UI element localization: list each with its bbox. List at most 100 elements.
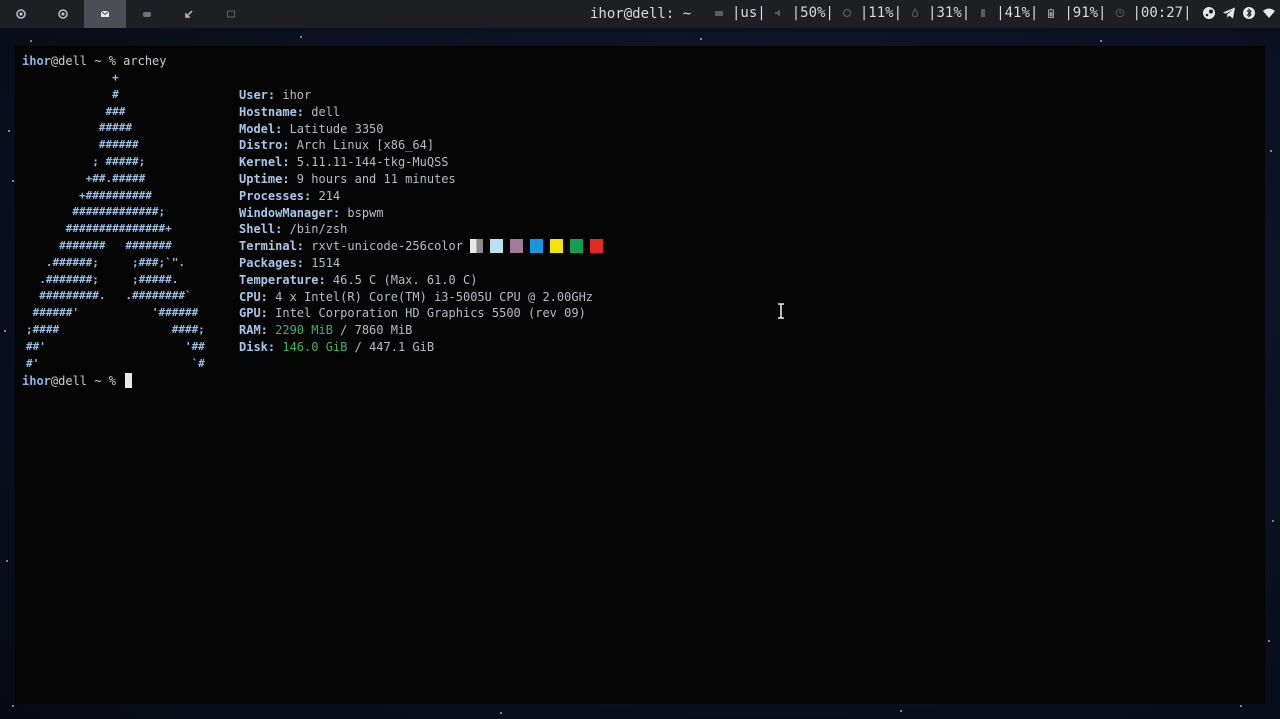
info-row: Uptime: 9 hours and 11 minutes [239,171,610,188]
volume-value: |50%| [791,5,834,21]
info-key: Processes: [239,188,312,203]
workspace-5-button[interactable] [168,0,210,28]
logo-line: .#######; ;#####. [26,272,179,286]
window-icon [227,10,235,18]
status-modules: |us| |50%| |11%| |31%| |41%| |91%| |00:2… [714,5,1276,21]
info-value: Intel Corporation HD Graphics 5500 (rev … [267,306,586,321]
logo-line: ####### ####### [26,238,172,252]
workspace-2-button[interactable] [42,0,84,28]
star [1240,705,1242,707]
star [900,710,902,712]
logo-line: ######' '###### [26,306,199,320]
star [8,130,10,132]
star [1272,520,1274,522]
color-swatch [550,239,564,254]
prompt-host: @dell ~ % [50,54,124,68]
battery-value: |91%| [1064,5,1107,21]
info-key: Distro: [239,138,290,153]
logo-line: ;#### ####; [26,322,205,336]
logo-line: ; #####; [26,154,146,168]
info-row: Hostname: dell [239,104,610,121]
workspace-6-button[interactable] [210,0,252,28]
info-key: CPU: [239,289,268,304]
workspace-1-button[interactable] [0,0,42,28]
wifi-icon[interactable] [1262,6,1276,20]
star [6,560,8,562]
info-key: RAM: [239,323,268,338]
top-bar: ihor@dell: ~ |us| |50%| |11%| |31%| |41%… [0,0,1280,28]
volume-module[interactable]: |50%| [774,5,834,21]
color-swatch [590,239,604,254]
info-value-used: 146.0 GiB [275,339,348,354]
info-row: Model: Latitude 3350 [239,121,610,138]
mouse-ibeam-cursor [778,303,784,319]
memory-value: |41%| [996,5,1039,21]
info-row: User: ihor [239,87,610,104]
logo-line: #############; [26,205,166,219]
workspace-3-button[interactable] [84,0,126,28]
info-key: Temperature: [239,272,326,287]
keyboard-layout-value: |us| [732,5,766,21]
info-value: 1514 [304,255,341,270]
circle-dot-icon [16,9,26,19]
clock-module[interactable]: |00:27| [1115,5,1192,21]
info-key: Disk: [239,339,276,354]
bluetooth-icon[interactable] [1242,6,1256,20]
logo-line: + [26,71,119,84]
info-value-used: 2290 MiB [267,323,333,338]
arch-logo-ascii: + # ### ##### ###### ; #####; +##.##### … [26,70,205,372]
temperature-module: |31%| [910,5,970,21]
logo-line: ##' '## [26,339,205,353]
info-value: 214 [311,188,341,203]
telegram-icon[interactable] [1222,6,1236,20]
info-row: Disk: 146.0 GiB / 447.1 GiB [239,339,610,356]
logo-line: #' `# [26,356,205,370]
info-key: Uptime: [239,171,290,186]
keyboard-layout[interactable]: |us| [714,5,766,21]
command-line: ihor@dell ~ % archey [22,53,167,70]
command-text: archey [123,54,167,68]
memory-module: |41%| [978,5,1038,21]
window-title: ihor@dell: ~ [590,6,692,22]
terminal-window[interactable]: ihor@dell ~ % archey + # ### ##### #####… [15,46,1265,704]
active-prompt-line[interactable]: ihor@dell ~ % [22,373,133,390]
workspace-4-button[interactable] [126,0,168,28]
info-value: / 7860 MiB [332,323,413,338]
star [4,330,6,332]
info-value: rxvt-unicode-256color [304,239,471,254]
info-row: Terminal: rxvt-unicode-256color [239,238,610,255]
circle-dot-icon [58,9,68,19]
info-row: RAM: 2290 MiB / 7860 MiB [239,322,610,339]
info-key: GPU: [239,306,268,321]
star [700,38,702,40]
info-value: 9 hours and 11 minutes [289,171,456,186]
clock-icon [1115,8,1124,18]
info-row: GPU: Intel Corporation HD Graphics 5500 … [239,305,610,322]
info-key: User: [239,88,276,102]
color-swatch [490,239,504,254]
star [1100,40,1102,42]
info-key: Packages: [239,255,305,270]
system-tray [1202,6,1276,20]
info-row: CPU: 4 x Intel(R) Core(TM) i3-5005U CPU … [239,289,610,306]
logo-line: ###############+ [26,222,172,236]
logo-line: ###### [26,138,139,152]
info-row: Processes: 214 [239,188,610,205]
logo-line: ### [26,104,126,118]
logo-line: .######; ;###;`". [26,255,185,269]
steam-icon[interactable] [1202,6,1216,20]
flame-icon [911,8,919,17]
mail-icon [100,10,110,17]
clock-value: |00:27| [1132,5,1192,21]
gamepad-icon [143,12,151,17]
prompt-user: ihor [22,54,51,68]
info-value: 5.11.11-144-tkg-MuQSS [289,155,449,170]
info-row: Shell: /bin/zsh [239,221,610,238]
star [12,705,14,707]
info-value: /bin/zsh [282,222,348,237]
logo-line: #########. .########` [26,289,192,303]
info-value: ihor [275,88,312,102]
info-value: dell [304,104,341,119]
cpu-module: |11%| [842,5,902,21]
desktop: ihor@dell: ~ |us| |50%| |11%| |31%| |41%… [0,0,1280,719]
